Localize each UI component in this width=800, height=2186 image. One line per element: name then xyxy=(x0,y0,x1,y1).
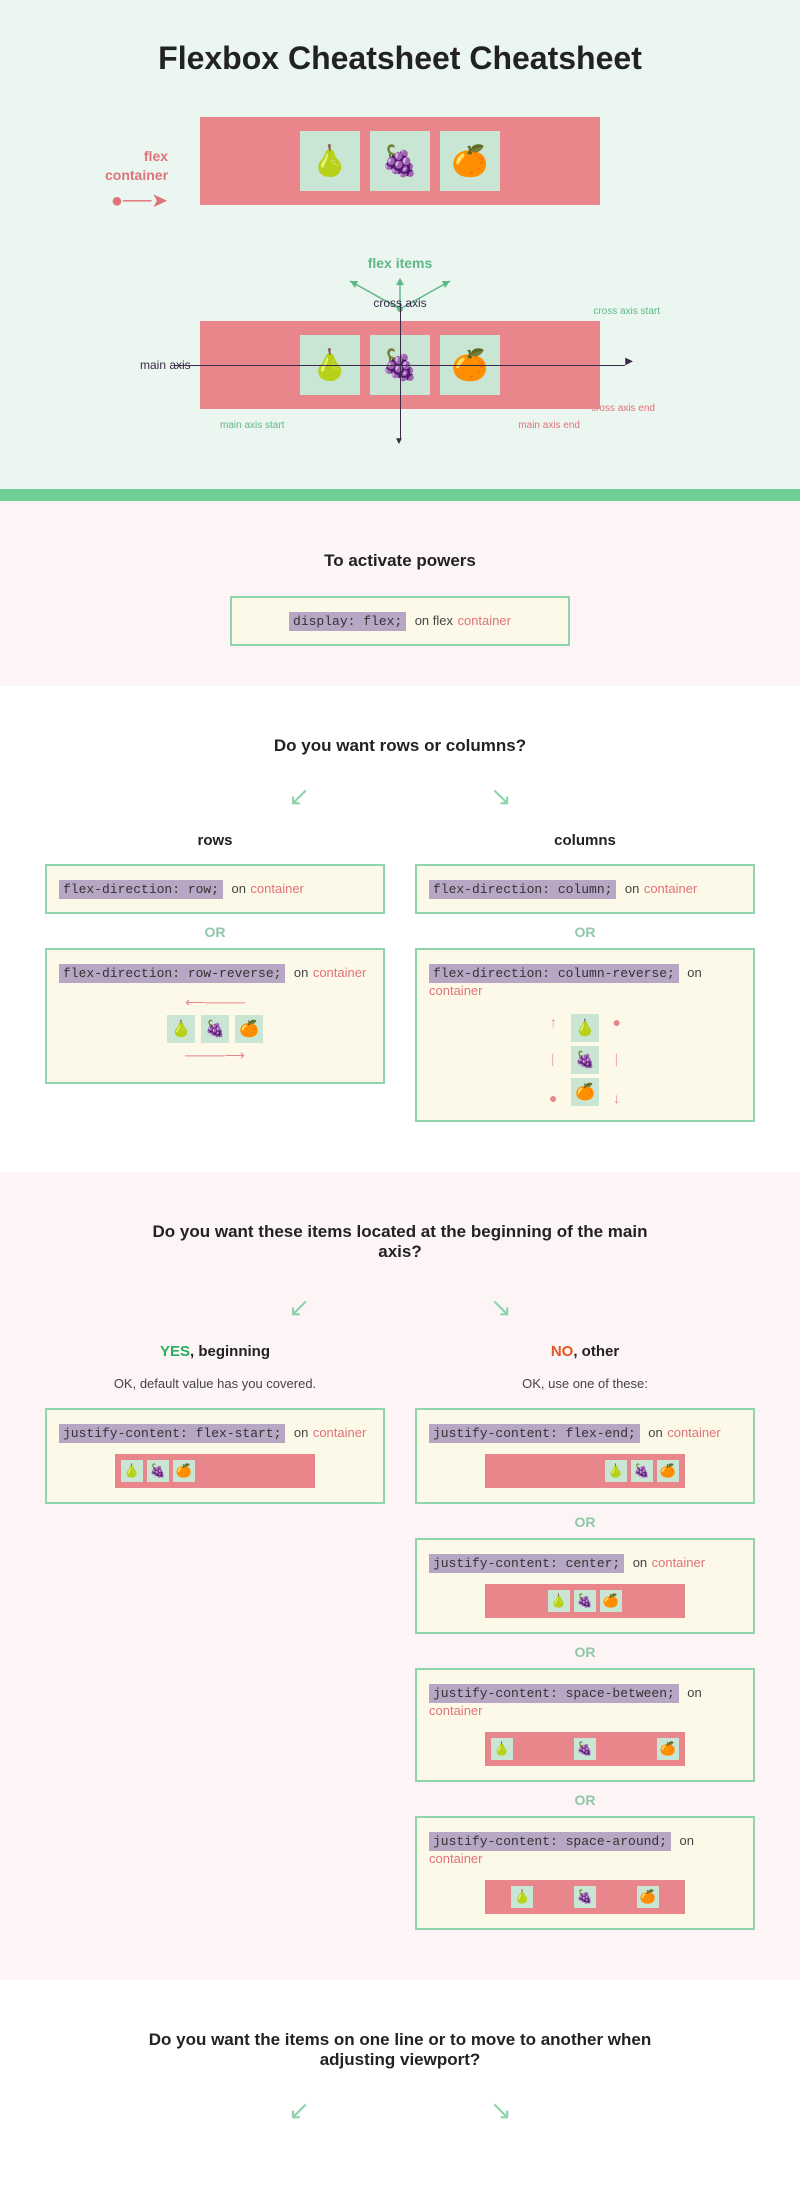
label-columns: columns xyxy=(415,832,755,849)
section-rows-columns: Do you want rows or columns? ↙↘ rows fle… xyxy=(0,686,800,1172)
section-wrap: Do you want the items on one line or to … xyxy=(0,1980,800,2186)
card-display-flex: display: flex; on flex container xyxy=(230,596,570,646)
card-flex-direction-row-reverse: flex-direction: row-reverse; on containe… xyxy=(45,948,385,1084)
section-justify-content: Do you want these items located at the b… xyxy=(0,1172,800,1980)
section-activate: To activate powers display: flex; on fle… xyxy=(0,501,800,686)
card-flex-direction-column-reverse: flex-direction: column-reverse; on conta… xyxy=(415,948,755,1122)
label-yes-beginning: YES, beginning xyxy=(45,1343,385,1360)
no-subtext: OK, use one of these: xyxy=(415,1375,755,1393)
cross-axis-line xyxy=(400,303,401,439)
header-section: Flexbox Cheatsheet Cheatsheet flex conta… xyxy=(0,0,800,489)
heading-justify: Do you want these items located at the b… xyxy=(0,1222,800,1262)
label-main-axis-start: main axis start xyxy=(220,420,284,431)
flex-item-orange xyxy=(440,131,500,191)
arrows-split-icon: ↙↘ xyxy=(0,2095,800,2126)
column-yes: YES, beginning OK, default value has you… xyxy=(45,1343,385,1940)
heading-wrap: Do you want the items on one line or to … xyxy=(0,2030,800,2070)
label-flex-items: flex items xyxy=(200,255,600,271)
label-cross-axis-start: cross axis start xyxy=(593,306,660,317)
code-display-flex: display: flex; xyxy=(289,612,406,631)
flex-item-pear xyxy=(300,131,360,191)
card-justify-flex-end: justify-content: flex-end; on container xyxy=(415,1408,755,1504)
label-cross-axis-end: cross axis end xyxy=(591,403,655,414)
page-title: Flexbox Cheatsheet Cheatsheet xyxy=(0,40,800,77)
arrows-split-icon: ↙↘ xyxy=(0,781,800,812)
column-columns: columns flex-direction: column; on conta… xyxy=(415,832,755,1132)
label-no-other: NO, other xyxy=(415,1343,755,1360)
or-label: OR xyxy=(415,1644,755,1660)
label-main-axis-end: main axis end xyxy=(518,420,580,431)
heading-activate: To activate powers xyxy=(0,551,800,571)
flex-container-box xyxy=(200,117,600,205)
or-label: OR xyxy=(415,1792,755,1808)
card-justify-flex-start: justify-content: flex-start; on containe… xyxy=(45,1408,385,1504)
or-label: OR xyxy=(415,924,755,940)
or-label: OR xyxy=(45,924,385,940)
flex-item-grape xyxy=(370,131,430,191)
label-rows: rows xyxy=(45,832,385,849)
heading-rows-columns: Do you want rows or columns? xyxy=(0,736,800,756)
section-divider xyxy=(0,489,800,501)
card-justify-space-around: justify-content: space-around; on contai… xyxy=(415,1816,755,1930)
column-no: NO, other OK, use one of these: justify-… xyxy=(415,1343,755,1940)
diagram-flex-container: flex container ●──➤ flex items xyxy=(200,117,600,271)
arrows-split-icon: ↙↘ xyxy=(0,1292,800,1323)
card-flex-direction-column: flex-direction: column; on container xyxy=(415,864,755,914)
card-justify-space-between: justify-content: space-between; on conta… xyxy=(415,1668,755,1782)
column-rows: rows flex-direction: row; on container O… xyxy=(45,832,385,1132)
card-justify-center: justify-content: center; on container xyxy=(415,1538,755,1634)
card-flex-direction-row: flex-direction: row; on container xyxy=(45,864,385,914)
yes-subtext: OK, default value has you covered. xyxy=(45,1375,385,1393)
or-label: OR xyxy=(415,1514,755,1530)
diagram-axes: cross axis main axis cross axis start cr… xyxy=(200,321,600,409)
label-flex-container: flex container ●──➤ xyxy=(105,147,168,213)
arrow-right-icon: ●──➤ xyxy=(111,189,168,213)
